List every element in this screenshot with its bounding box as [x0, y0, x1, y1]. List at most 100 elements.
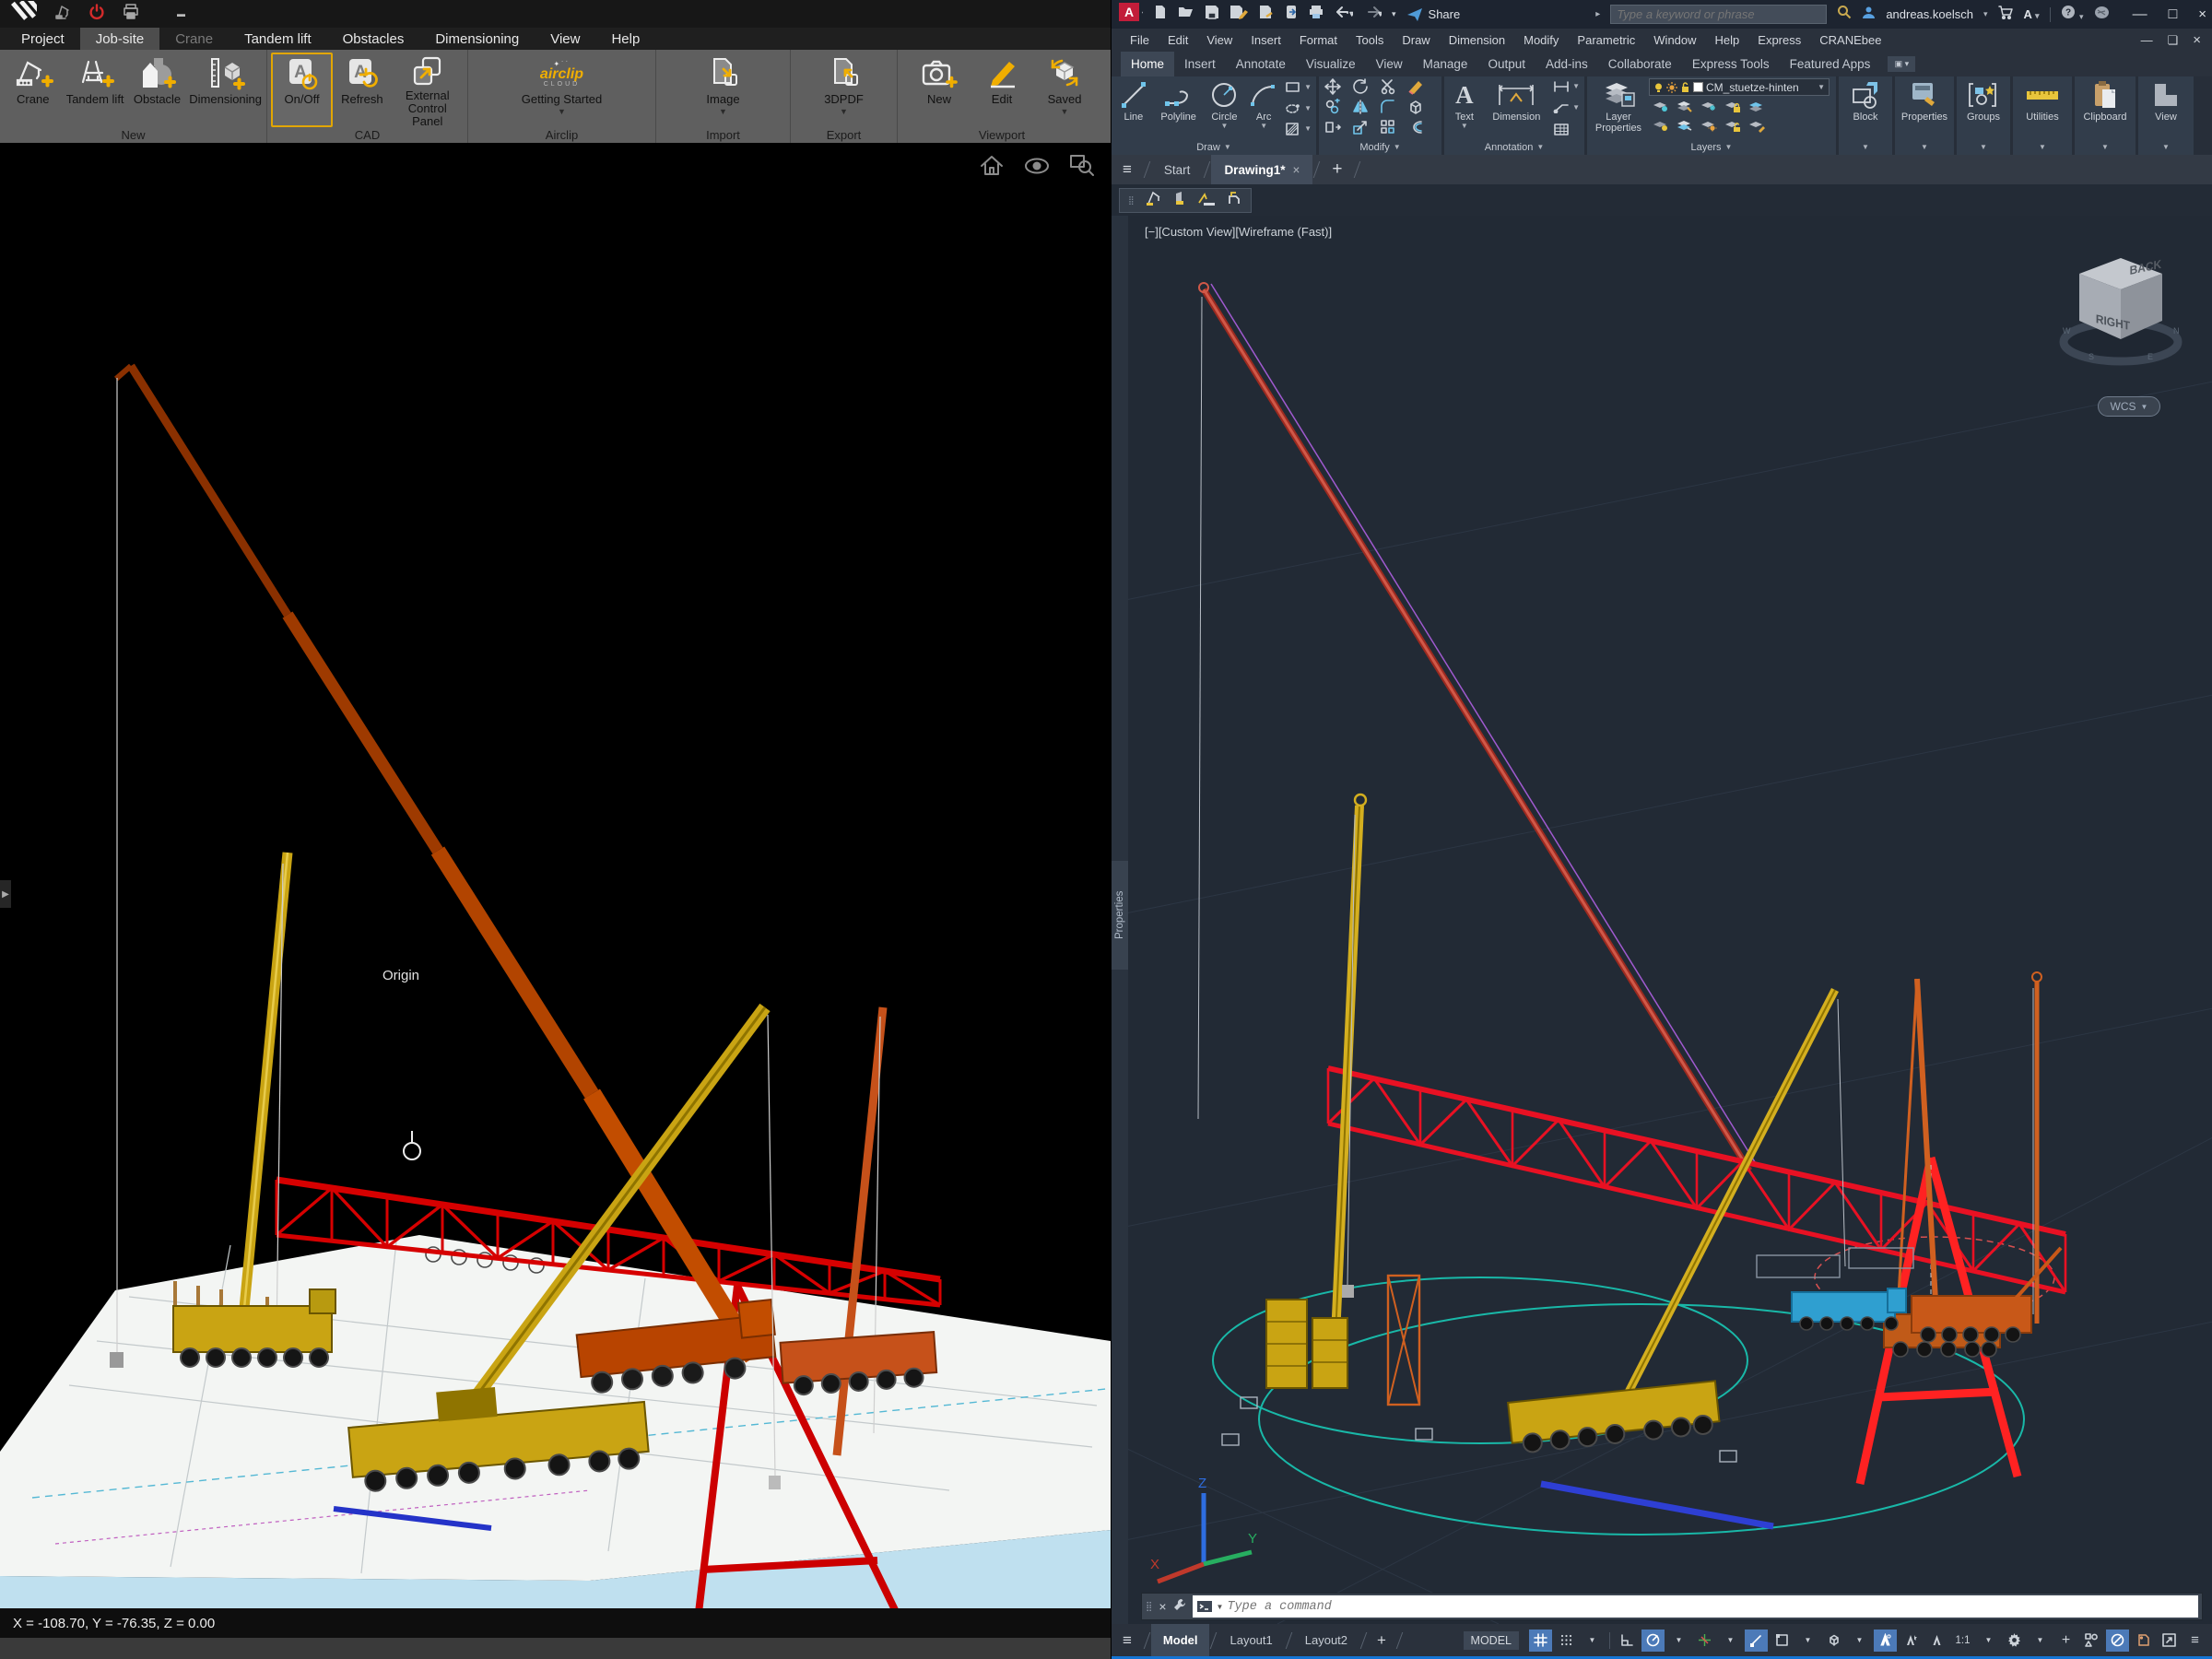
block-button[interactable]: Block: [1850, 78, 1881, 138]
text-button[interactable]: A Text ▼: [1447, 78, 1482, 138]
drawing1-tab[interactable]: Drawing1* ×: [1211, 155, 1312, 184]
erase-tool[interactable]: [1407, 78, 1424, 100]
fullscreen-icon[interactable]: [2158, 1630, 2181, 1652]
ribbon-tab[interactable]: Manage: [1413, 52, 1478, 76]
layer-on-tool[interactable]: [1652, 120, 1670, 137]
qat-customize-icon[interactable]: ▾: [1392, 9, 1396, 19]
open-file-icon[interactable]: [1178, 5, 1194, 24]
search-expand-icon[interactable]: ▸: [1595, 9, 1600, 19]
menu-item[interactable]: Dimension: [1440, 33, 1514, 47]
save-icon[interactable]: [1205, 5, 1219, 24]
command-drag-handle[interactable]: ⣿: [1146, 1602, 1153, 1612]
menu-item[interactable]: Help: [1706, 33, 1749, 47]
toolbar-customize-icon[interactable]: ▬: [177, 9, 185, 18]
grid-toggle[interactable]: [1529, 1630, 1552, 1652]
crane-tool-2-icon[interactable]: [1172, 190, 1187, 211]
ribbon-minimize-button[interactable]: ▣ ▾: [1888, 56, 1915, 72]
ribbon-tab[interactable]: Annotate: [1226, 52, 1296, 76]
menu-item[interactable]: Tools: [1347, 33, 1393, 47]
hardware-acceleration-toggle[interactable]: [2106, 1630, 2129, 1652]
model-tab[interactable]: Model: [1151, 1624, 1210, 1656]
assistant-icon[interactable]: [2094, 6, 2110, 24]
left-menu-item[interactable]: Crane: [159, 28, 229, 50]
zoom-window-icon[interactable]: [1068, 152, 1096, 184]
user-avatar-icon[interactable]: [1862, 6, 1876, 24]
redo-icon[interactable]: ▾: [1363, 6, 1382, 23]
autocad-logo[interactable]: A▾: [1119, 3, 1143, 26]
snap-dropdown-icon[interactable]: ▼: [1581, 1630, 1604, 1652]
stretch-tool[interactable]: [1324, 119, 1341, 140]
panel-flyout-arrow[interactable]: ▶: [0, 880, 11, 908]
menu-item[interactable]: Insert: [1241, 33, 1290, 47]
search-icon[interactable]: [1837, 5, 1852, 24]
annotation-single-toggle[interactable]: [1925, 1630, 1948, 1652]
layer-dropdown[interactable]: CM_stuetze-hinten ▼: [1649, 78, 1830, 96]
panel-label-layers[interactable]: Layers▼: [1587, 140, 1836, 155]
polar-dropdown-icon[interactable]: ▼: [1667, 1630, 1690, 1652]
layer-paint-tool[interactable]: [1747, 120, 1766, 137]
groups-button[interactable]: Groups: [1967, 78, 2000, 138]
rotate-tool[interactable]: [1352, 78, 1369, 100]
viewport-new-button[interactable]: New: [909, 53, 970, 127]
menu-item[interactable]: Modify: [1514, 33, 1568, 47]
properties-palette-tab[interactable]: Properties: [1112, 861, 1128, 970]
menu-item[interactable]: View: [1197, 33, 1241, 47]
copy-tool[interactable]: [1324, 99, 1341, 120]
left-menu-item[interactable]: Project: [6, 28, 80, 50]
search-input[interactable]: [1617, 7, 1820, 21]
viewport-controls-label[interactable]: [−][Custom View][Wireframe (Fast)]: [1145, 225, 1332, 239]
ribbon-tab[interactable]: Output: [1477, 52, 1535, 76]
ucs-dropdown-icon[interactable]: ▼: [1848, 1630, 1871, 1652]
table-tool[interactable]: [1553, 124, 1580, 135]
cad-refresh-button[interactable]: A Refresh: [335, 53, 389, 127]
print-icon[interactable]: [122, 3, 140, 26]
command-input[interactable]: [1227, 1600, 2194, 1614]
recent-commands-icon[interactable]: ▼: [1217, 1603, 1224, 1611]
viewport-edit-button[interactable]: Edit: [971, 53, 1032, 127]
mirror-tool[interactable]: [1352, 99, 1369, 120]
layout1-tab[interactable]: Layout1: [1218, 1624, 1284, 1656]
trace-icon[interactable]: [2132, 1630, 2155, 1652]
menu-item[interactable]: Format: [1290, 33, 1347, 47]
menu-item[interactable]: Parametric: [1568, 33, 1644, 47]
panel-label-modify[interactable]: Modify▼: [1319, 140, 1441, 155]
layer-off-tool[interactable]: [1652, 100, 1670, 118]
new-tandem-lift-button[interactable]: Tandem lift: [64, 53, 125, 127]
polar-tracking-toggle[interactable]: [1641, 1630, 1665, 1652]
ribbon-tab[interactable]: Express Tools: [1682, 52, 1780, 76]
visibility-eye-icon[interactable]: [1022, 152, 1052, 184]
panel-label-view[interactable]: ▼: [2138, 140, 2194, 155]
box-3d-tool[interactable]: [1407, 99, 1424, 120]
new-drawing-tab-icon[interactable]: +: [1321, 159, 1353, 180]
viewcube[interactable]: WNSE RIGHT BACK: [2052, 243, 2190, 386]
menu-item[interactable]: Edit: [1159, 33, 1197, 47]
viewport-saved-button[interactable]: Saved ▼: [1034, 53, 1095, 127]
object-snap-toggle[interactable]: [1745, 1630, 1768, 1652]
array-tool[interactable]: [1380, 119, 1396, 140]
close-window-icon[interactable]: ×: [2198, 6, 2206, 22]
share-button[interactable]: Share: [1406, 7, 1461, 22]
dimension-button[interactable]: Dimension: [1484, 78, 1549, 138]
trim-tool[interactable]: [1380, 78, 1396, 100]
left-menu-item[interactable]: View: [535, 28, 595, 50]
layer-unlock-tool[interactable]: [1724, 120, 1742, 137]
getting-started-button[interactable]: ✦˙˙ airclip CLOUD Getting Started ▼: [502, 53, 622, 127]
ribbon-tab[interactable]: Visualize: [1296, 52, 1366, 76]
hatch-tool[interactable]: ▼: [1285, 123, 1312, 135]
layer-match-tool[interactable]: [1747, 100, 1766, 118]
ribbon-tab[interactable]: View: [1366, 52, 1413, 76]
annotation-visibility-toggle[interactable]: [1874, 1630, 1897, 1652]
annotation-scale-button[interactable]: 1:1: [1951, 1630, 1974, 1652]
panel-label-groups[interactable]: ▼: [1957, 140, 2010, 155]
layout-menu-icon[interactable]: ≡: [1112, 1631, 1143, 1650]
restore-drawing-icon[interactable]: ❏: [2168, 33, 2179, 48]
utilities-button[interactable]: Utilities: [2024, 78, 2061, 138]
toolbar-drag-handle[interactable]: ⣿: [1128, 195, 1135, 206]
command-input-field[interactable]: ▼: [1193, 1595, 2198, 1618]
left-menu-item[interactable]: Dimensioning: [419, 28, 535, 50]
customization-menu-icon[interactable]: ≡: [2183, 1630, 2206, 1652]
quick-crane-icon[interactable]: [53, 3, 72, 26]
polyline-button[interactable]: Polyline: [1155, 78, 1203, 138]
ribbon-tab[interactable]: Home: [1121, 52, 1174, 76]
offset-tool[interactable]: [1407, 119, 1424, 140]
